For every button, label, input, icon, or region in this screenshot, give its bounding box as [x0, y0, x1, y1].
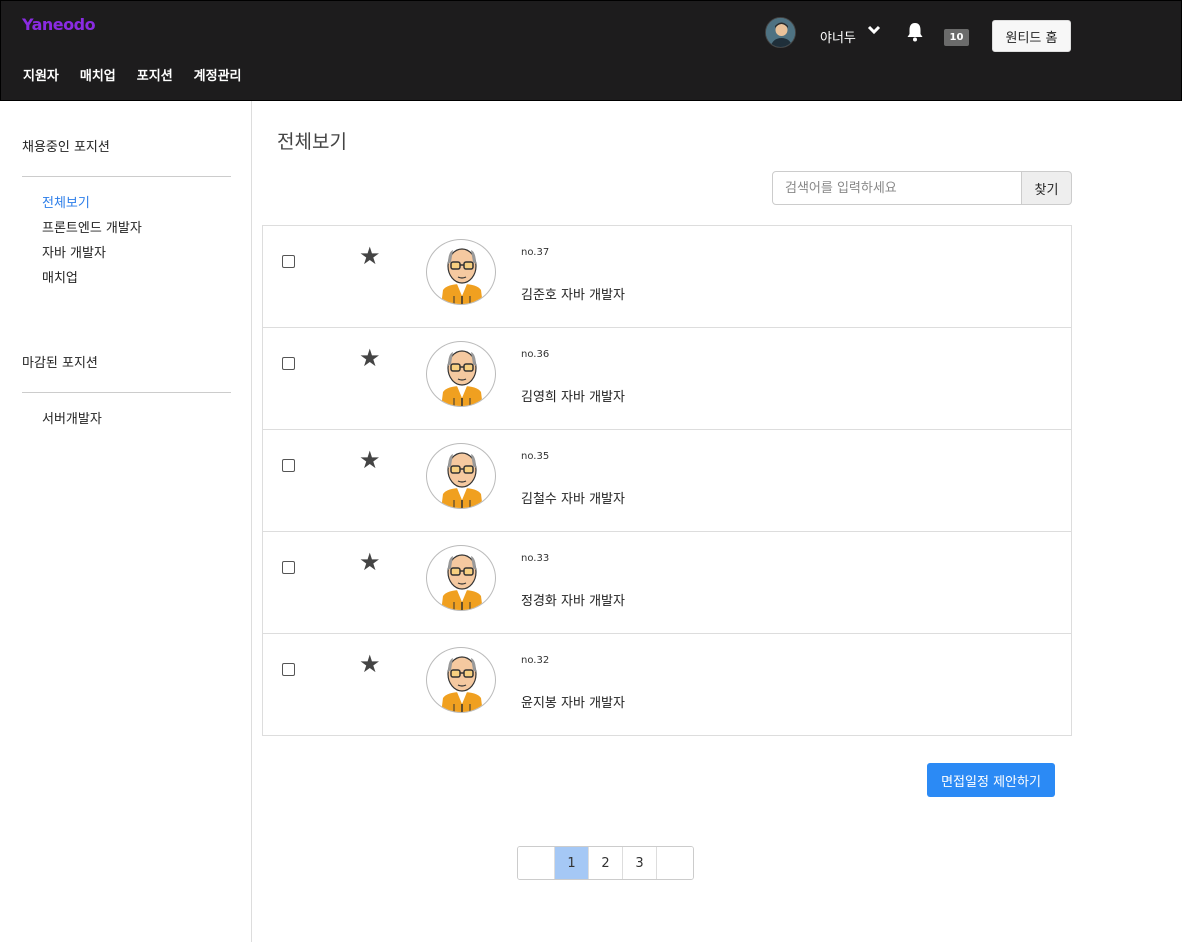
applicant-name[interactable]: 윤지봉 자바 개발자 [521, 692, 625, 711]
sidebar-item-frontend[interactable]: 프론트엔드 개발자 [42, 217, 142, 236]
nav-account[interactable]: 계정관리 [194, 65, 242, 84]
sidebar-item-all[interactable]: 전체보기 [42, 192, 90, 211]
sidebar: 채용중인 포지션 전체보기 프론트엔드 개발자 자바 개발자 매치업 마감된 포… [0, 101, 252, 942]
page-button[interactable]: 2 [589, 847, 623, 879]
applicant-number: no.32 [521, 655, 550, 666]
page-title: 전체보기 [277, 131, 347, 153]
sidebar-item-matchup[interactable]: 매치업 [42, 267, 78, 286]
star-icon[interactable]: ★ [359, 244, 381, 268]
applicant-avatar [426, 239, 496, 305]
sidebar-divider [22, 392, 231, 393]
list-item[interactable]: ★ no.36 김영희 자바 개발자 [263, 328, 1071, 430]
list-item[interactable]: ★ no.37 김준호 자바 개발자 [263, 226, 1071, 328]
star-icon[interactable]: ★ [359, 652, 381, 676]
applicant-number: no.35 [521, 451, 550, 462]
list-item[interactable]: ★ no.32 윤지봉 자바 개발자 [263, 634, 1071, 736]
search-input[interactable] [772, 171, 1022, 205]
propose-interview-button[interactable]: 면접일정 제안하기 [927, 763, 1055, 797]
chevron-down-icon[interactable] [867, 23, 881, 41]
next-page-button[interactable] [657, 847, 693, 879]
nav-positions[interactable]: 포지션 [137, 65, 173, 84]
star-icon[interactable]: ★ [359, 346, 381, 370]
select-checkbox[interactable] [282, 663, 295, 676]
top-header: Yaneodo 지원자 매치업 포지션 계정관리 야너두 10 원티드 홈 [0, 0, 1182, 101]
applicant-avatar [426, 545, 496, 611]
prev-page-button[interactable] [518, 847, 555, 879]
pagination: 1 2 3 [517, 846, 694, 880]
page-button[interactable]: 1 [555, 847, 589, 879]
applicant-name[interactable]: 김준호 자바 개발자 [521, 284, 625, 303]
logo[interactable]: Yaneodo [22, 15, 96, 34]
sidebar-item-java[interactable]: 자바 개발자 [42, 242, 106, 261]
closed-positions-title: 마감된 포지션 [22, 356, 98, 371]
sidebar-divider [22, 176, 231, 177]
open-positions-title: 채용중인 포지션 [22, 140, 110, 155]
star-icon[interactable]: ★ [359, 448, 381, 472]
applicant-number: no.37 [521, 247, 550, 258]
select-checkbox[interactable] [282, 459, 295, 472]
applicant-list: ★ no.37 김준호 자바 개발자 ★ no.36 김영희 자바 개발자 ★ … [262, 225, 1072, 736]
nav-applicants[interactable]: 지원자 [23, 65, 59, 84]
applicant-number: no.33 [521, 553, 550, 564]
search-button[interactable]: 찾기 [1021, 171, 1072, 205]
nav-matchup[interactable]: 매치업 [80, 65, 116, 84]
applicant-name[interactable]: 김철수 자바 개발자 [521, 488, 625, 507]
star-icon[interactable]: ★ [359, 550, 381, 574]
user-avatar[interactable] [765, 17, 796, 48]
applicant-avatar [426, 341, 496, 407]
sidebar-item-server[interactable]: 서버개발자 [42, 408, 102, 427]
select-checkbox[interactable] [282, 561, 295, 574]
list-item[interactable]: ★ no.33 정경화 자바 개발자 [263, 532, 1071, 634]
main-nav: 지원자 매치업 포지션 계정관리 [23, 65, 242, 84]
list-item[interactable]: ★ no.35 김철수 자바 개발자 [263, 430, 1071, 532]
page-button[interactable]: 3 [623, 847, 657, 879]
applicant-number: no.36 [521, 349, 550, 360]
wanted-home-button[interactable]: 원티드 홈 [992, 20, 1071, 52]
applicant-avatar [426, 647, 496, 713]
select-checkbox[interactable] [282, 255, 295, 268]
username[interactable]: 야너두 [820, 27, 856, 46]
bell-icon[interactable] [906, 22, 926, 44]
applicant-avatar [426, 443, 496, 509]
select-checkbox[interactable] [282, 357, 295, 370]
applicant-name[interactable]: 김영희 자바 개발자 [521, 386, 625, 405]
notification-badge: 10 [944, 29, 969, 46]
applicant-name[interactable]: 정경화 자바 개발자 [521, 590, 625, 609]
